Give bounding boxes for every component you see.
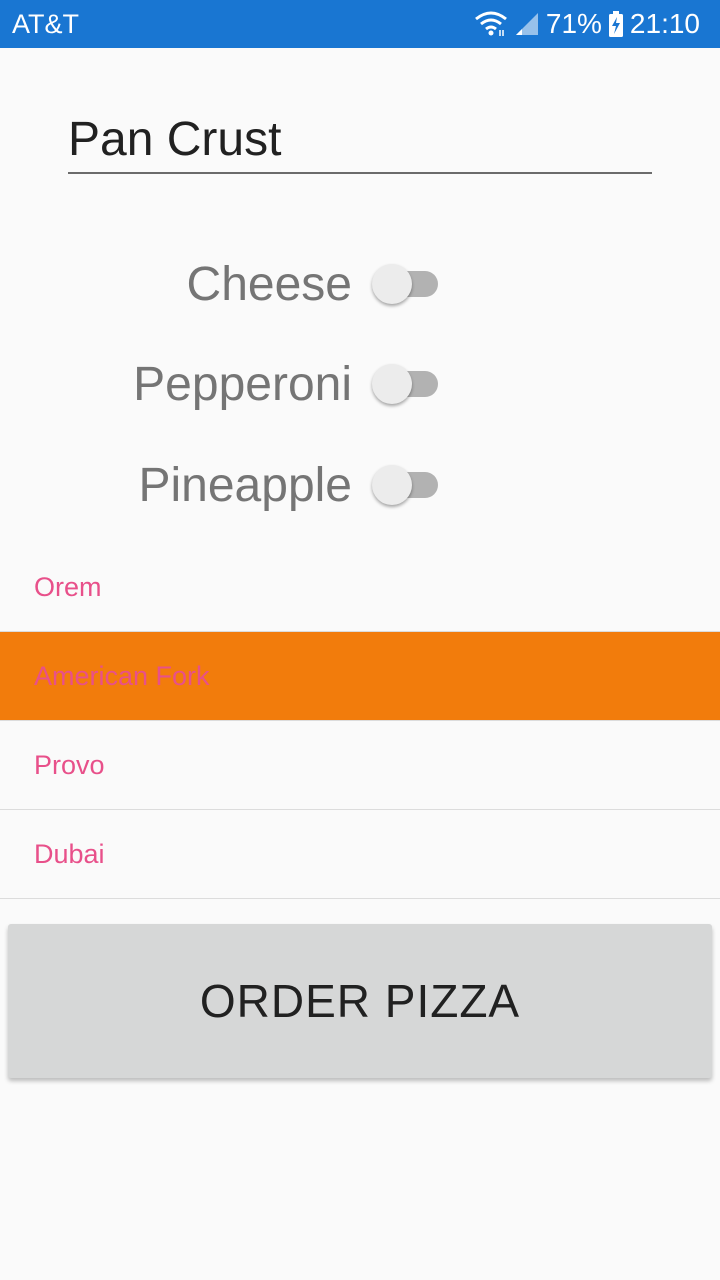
topping-label-cheese: Cheese [186,258,352,311]
list-item-american-fork[interactable]: American Fork [0,632,720,721]
switch-thumb [372,264,412,304]
order-pizza-button[interactable]: ORDER PIZZA [8,924,712,1078]
cheese-switch[interactable] [372,264,440,304]
pepperoni-switch[interactable] [372,364,440,404]
topping-row-pepperoni: Pepperoni [0,355,720,415]
list-item-provo[interactable]: Provo [0,721,720,810]
signal-icon [514,11,540,37]
switch-thumb [372,364,412,404]
battery-percent: 71% [545,8,602,39]
crust-input[interactable]: Pan Crust [68,104,652,174]
topping-row-pineapple: Pineapple [0,456,720,516]
topping-label-pepperoni: Pepperoni [133,358,352,411]
status-icons: 71% 21:10 [474,8,700,40]
status-bar: AT&T 71% 21:10 [0,0,720,48]
wifi-icon [474,10,508,38]
carrier-name: AT&T [12,9,79,39]
clock: 21:10 [629,8,700,39]
location-list: Orem American Fork Provo Dubai [0,543,720,899]
list-item-orem[interactable]: Orem [0,543,720,632]
list-item-dubai[interactable]: Dubai [0,810,720,899]
switch-thumb [372,465,412,505]
battery-charging-icon [608,10,624,38]
topping-label-pineapple: Pineapple [138,459,352,512]
pineapple-switch[interactable] [372,465,440,505]
topping-row-cheese: Cheese [0,255,720,315]
crust-input-value: Pan Crust [68,113,282,166]
